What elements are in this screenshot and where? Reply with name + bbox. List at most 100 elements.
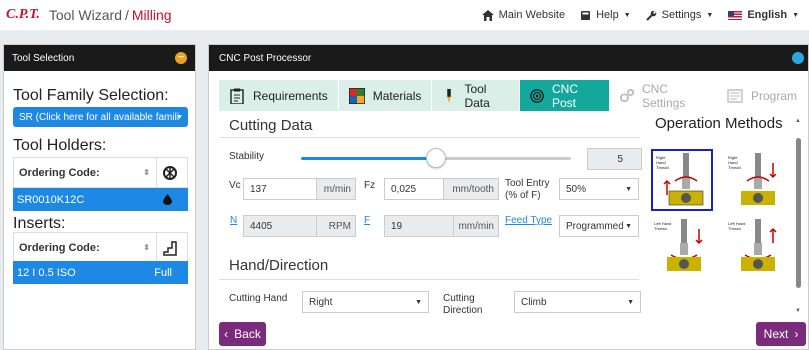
tool-selection-title: Tool Selection [12,52,75,64]
gears-icon [619,88,634,102]
scroll-down-icon[interactable]: ▼ [795,308,801,314]
fz-unit: mm/tooth [443,179,498,199]
brand-logo[interactable]: C.P.T. [6,7,40,23]
n-link[interactable]: N [230,215,237,226]
cutting-direction-select[interactable]: Climb ▼ [514,291,641,313]
scroll-up-icon[interactable]: ▲ [795,118,801,124]
feed-type-link[interactable]: Feed Type [505,215,552,226]
stability-slider-fill [301,157,436,160]
tab-program[interactable]: Program [716,80,808,111]
stability-slider-thumb[interactable] [426,148,446,168]
holders-column-label: Ordering Code: [19,166,100,179]
fz-input[interactable]: 0,025 mm/tooth [384,178,499,200]
operation-method-1[interactable]: Right Hand Thread [651,149,713,211]
f-link[interactable]: F [364,215,370,226]
vc-value: 137 [250,183,267,195]
home-icon [481,9,494,21]
feed-type-select[interactable]: Programmed ▼ [559,215,639,237]
program-list-icon [727,88,743,103]
mode-label: Milling [131,7,172,23]
tool-holders-title: Tool Holders: [13,137,107,154]
cutting-data-title: Cutting Data [229,117,313,134]
f-output: 19 mm/min [384,215,499,237]
tool-entry-select[interactable]: 50% ▼ [559,178,639,200]
refresh-icon[interactable] [792,52,804,64]
inserts-table-header[interactable]: Ordering Code: ⬍ [13,232,188,263]
insert-profile: Full [154,266,172,279]
hand-direction-title: Hand/Direction [229,257,329,274]
f-value: 19 [391,220,403,232]
tab-label: Requirements [253,88,328,103]
collapse-icon[interactable]: − [175,52,187,64]
operation-method-2[interactable]: Right Hand Thread [725,151,787,213]
us-flag-icon [728,10,743,20]
operation-methods-title: Operation Methods [655,115,783,132]
form-scrollbar[interactable]: ▲ ▼ [793,118,803,314]
chevron-down-icon: ▼ [413,298,422,306]
holder-row-selected[interactable]: SR0010K12C [13,188,188,211]
tab-tool-data[interactable]: Tool Data [432,80,520,111]
tool-family-dropdown[interactable]: SR (Click here for all available famili … [13,107,188,127]
holder-code: SR0010K12C [17,193,85,206]
back-button[interactable]: ‹ Back [219,322,266,346]
tool-family-button-label: SR (Click here for all available famili [19,111,180,123]
tab-requirements[interactable]: Requirements [219,80,339,111]
tab-label: CNC Settings [641,81,686,110]
sort-icon[interactable]: ⬍ [143,243,150,252]
operation-method-4[interactable]: Left Hand Thread [725,217,787,279]
tab-cnc-post[interactable]: CNC Post [519,80,610,111]
n-output: 4405 RPM [243,215,356,237]
tab-cnc-settings[interactable]: CNC Settings [609,80,717,111]
vc-input[interactable]: 137 m/min [243,178,356,200]
cutting-direction-label: Cutting Direction [443,293,482,317]
cutting-direction-label-line2: Direction [443,305,483,316]
cutting-direction-value: Climb [521,296,547,308]
main-website-link[interactable]: Main Website [481,9,566,21]
help-label: Help [596,9,619,21]
chevron-down-icon: ▼ [623,222,632,230]
operation-method-3[interactable]: Left Hand Thread [651,217,713,279]
language-menu[interactable]: English ▼ [728,9,799,21]
cnc-post-header: CNC Post Processor [209,45,808,71]
operation-method-label: Right Hand Thread [656,155,669,170]
operation-method-label: Left Hand Thread [728,221,746,231]
drop-icon [163,194,172,205]
f-unit: mm/min [453,216,498,236]
inserts-title: Inserts: [13,215,66,232]
operation-method-label: Left Hand Thread [654,221,672,231]
chevron-down-icon: ▼ [706,11,714,19]
cutting-hand-label: Cutting Hand [229,293,288,304]
sort-icon[interactable]: ⬍ [143,168,150,177]
cnc-post-panel: CNC Post Processor Requirements Material… [208,44,809,350]
app-title-text: Tool Wizard [48,7,122,23]
tab-label: Program [750,88,797,103]
cutting-direction-label-line1: Cutting [443,293,475,304]
holders-table-header[interactable]: Ordering Code: ⬍ [13,157,188,188]
fz-value: 0,025 [391,183,417,195]
main-website-label: Main Website [498,9,566,21]
chevron-right-icon: › [794,327,799,341]
tab-materials[interactable]: Materials [338,80,433,111]
tool-icon [447,88,452,103]
cnc-post-title: CNC Post Processor [219,52,312,64]
insert-row-selected[interactable]: 12 I 0.5 ISO Full [13,261,188,284]
vc-unit: m/min [316,179,355,199]
scrollbar-thumb[interactable] [796,138,801,288]
chevron-down-icon: ▼ [623,11,631,19]
next-button[interactable]: Next › [756,322,806,346]
tool-entry-label: Tool Entry (% of F) [505,178,549,202]
insert-profile-icon [163,241,177,256]
top-navbar: C.P.T. Tool Wizard / Milling Main Website … [0,0,809,30]
feed-type-value: Programmed [566,220,624,232]
chevron-down-icon: ▼ [176,113,183,121]
tool-entry-label-line1: Tool Entry [505,178,550,189]
settings-menu[interactable]: Settings ▼ [645,9,714,21]
cutting-hand-select[interactable]: Right ▼ [302,291,429,313]
tool-family-title: Tool Family Selection: [13,87,169,104]
inserts-column-label: Ordering Code: [19,241,100,254]
tab-label: CNC Post [551,81,578,110]
materials-grid-icon [348,87,365,104]
help-menu[interactable]: Help ▼ [580,9,631,21]
tool-selection-header: Tool Selection − [4,45,195,71]
app-title-separator: / [125,7,129,23]
